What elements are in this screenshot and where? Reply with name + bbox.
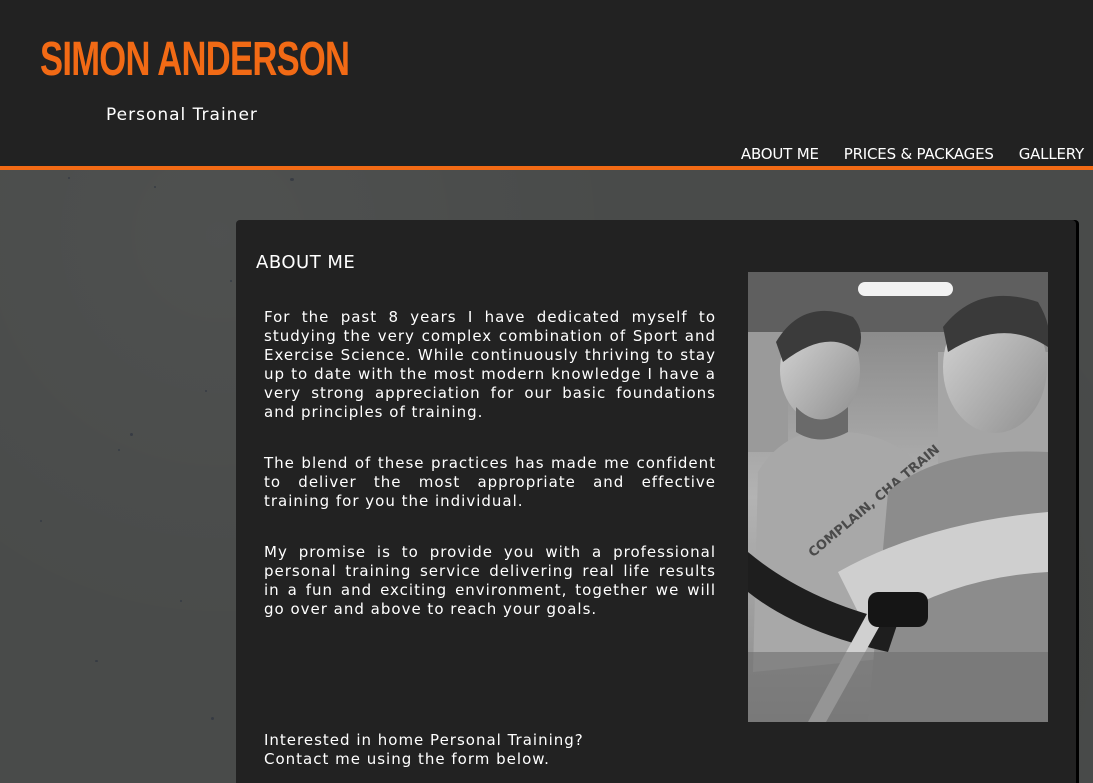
contact-prompt: Interested in home Personal Training? Co… bbox=[264, 731, 716, 769]
site-title[interactable]: SIMON ANDERSON bbox=[40, 30, 350, 90]
trainer-photo: COMPLAIN, CHA TRAIN bbox=[748, 272, 1048, 722]
contact-prompt-line-1: Interested in home Personal Training? bbox=[264, 731, 584, 749]
nav-item-gallery[interactable]: GALLERY bbox=[1019, 144, 1085, 164]
about-heading: ABOUT ME bbox=[256, 252, 356, 273]
site-header: SIMON ANDERSON Personal Trainer ABOUT ME… bbox=[0, 0, 1093, 170]
about-paragraph-2: The blend of these practices has made me… bbox=[264, 454, 716, 510]
contact-prompt-line-2: Contact me using the form below. bbox=[264, 750, 550, 768]
about-paragraph-3: My promise is to provide you with a prof… bbox=[264, 543, 716, 618]
about-panel: ABOUT ME For the past 8 years I have ded… bbox=[236, 220, 1076, 783]
nav-item-about-me[interactable]: ABOUT ME bbox=[741, 144, 819, 164]
trainer-photo-illustration: COMPLAIN, CHA TRAIN bbox=[748, 272, 1048, 722]
nav-item-prices-packages[interactable]: PRICES & PACKAGES bbox=[844, 144, 994, 164]
about-paragraph-1: For the past 8 years I have dedicated my… bbox=[264, 308, 716, 421]
site-subtitle: Personal Trainer bbox=[106, 105, 258, 125]
main-nav: ABOUT ME PRICES & PACKAGES GALLERY bbox=[741, 144, 1084, 164]
page: SIMON ANDERSON Personal Trainer ABOUT ME… bbox=[0, 0, 1093, 783]
